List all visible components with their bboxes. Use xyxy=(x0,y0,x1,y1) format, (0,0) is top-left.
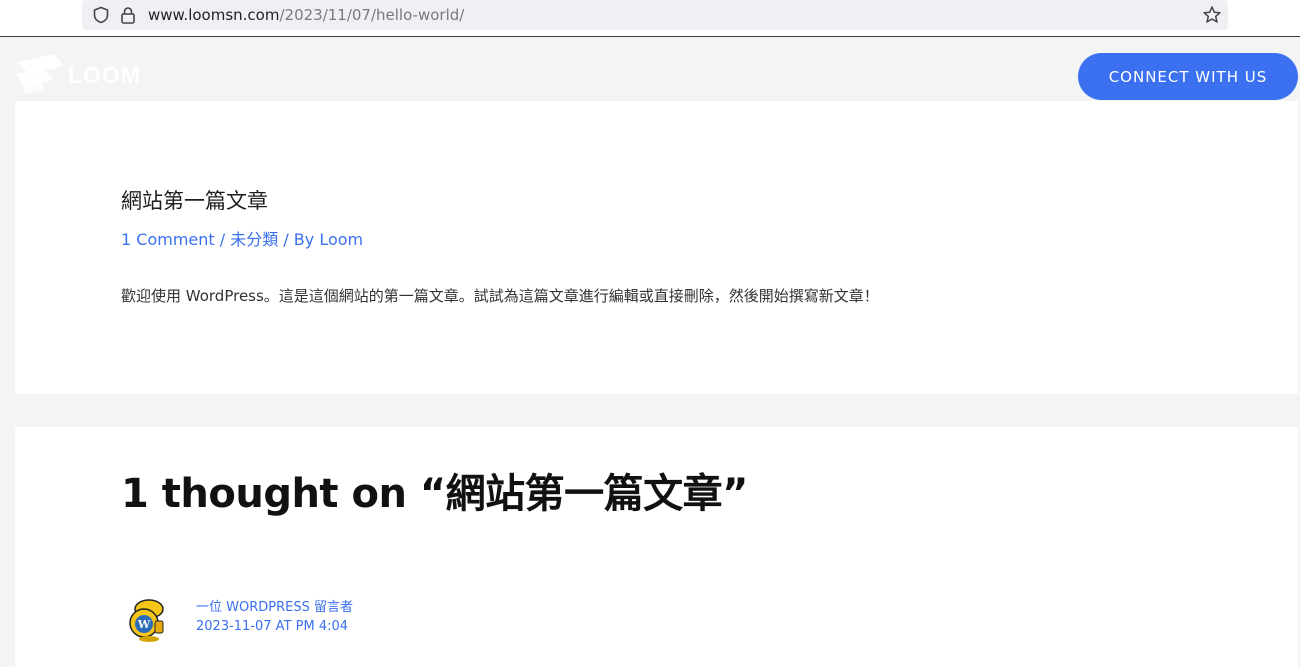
bookmark-star-icon[interactable] xyxy=(1202,5,1222,29)
site-logo[interactable]: LOOM xyxy=(14,52,141,98)
url-text[interactable]: www.loomsn.com/2023/11/07/hello-world/ xyxy=(148,6,464,24)
author-link[interactable]: Loom xyxy=(319,230,363,249)
meta-separator: / xyxy=(214,230,231,249)
article-title: 網站第一篇文章 xyxy=(121,189,268,213)
avatar: W xyxy=(125,597,171,643)
browser-toolbar: www.loomsn.com/2023/11/07/hello-world/ xyxy=(0,0,1300,37)
shield-icon[interactable] xyxy=(92,6,110,28)
connect-with-us-button[interactable]: CONNECT WITH US xyxy=(1078,53,1298,100)
url-host: www.loomsn.com xyxy=(148,6,280,24)
meta-by: / By xyxy=(278,230,320,249)
url-bar[interactable]: www.loomsn.com/2023/11/07/hello-world/ xyxy=(82,0,1228,30)
lock-icon[interactable] xyxy=(120,6,136,28)
category-link[interactable]: 未分類 xyxy=(230,230,278,249)
comments-count-link[interactable]: 1 Comment xyxy=(121,230,215,249)
site-header: LOOM CONNECT WITH US xyxy=(0,37,1300,101)
article-body: 歡迎使用 WordPress。這是這個網站的第一篇文章。試試為這篇文章進行編輯或… xyxy=(121,287,879,305)
url-path: /2023/11/07/hello-world/ xyxy=(279,6,465,24)
loom-logo-icon xyxy=(14,52,64,98)
comment-author[interactable]: 一位 WordPress 留言者 xyxy=(196,596,353,615)
comment-date[interactable]: 2023-11-07 at PM 4:04 xyxy=(196,619,348,634)
wordpress-avatar-icon: W xyxy=(129,599,164,642)
logo-text: LOOM xyxy=(68,61,141,88)
article-meta: 1 Comment / 未分類 / By Loom xyxy=(121,226,363,250)
comments-title: 1 thought on “網站第一篇文章” xyxy=(121,471,748,517)
article-card: 網站第一篇文章 1 Comment / 未分類 / By Loom 歡迎使用 W… xyxy=(15,101,1298,394)
comments-section: 1 thought on “網站第一篇文章” W 一位 WordPress 留言… xyxy=(15,427,1298,667)
svg-text:W: W xyxy=(137,618,151,631)
